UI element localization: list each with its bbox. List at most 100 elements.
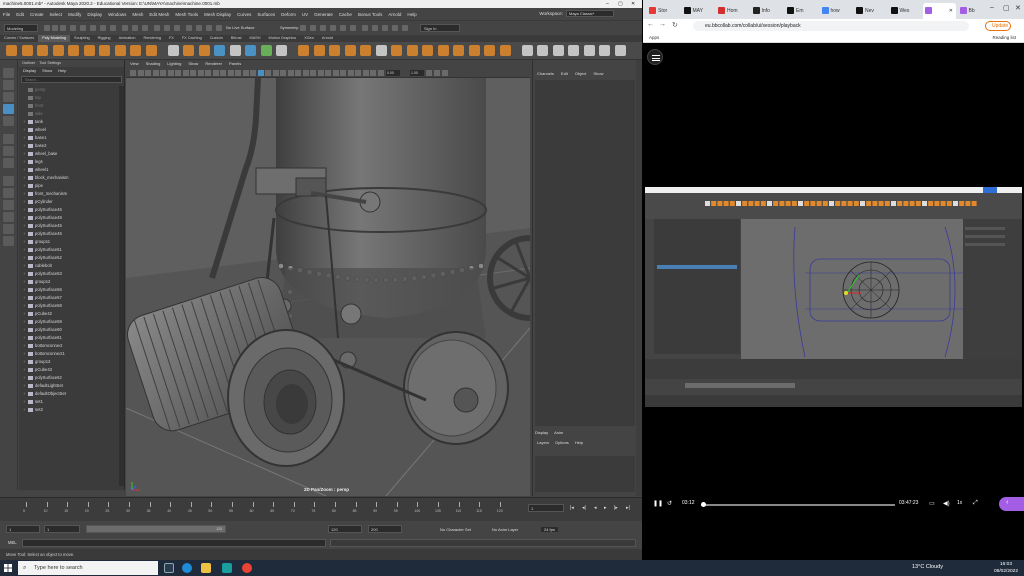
viewport-tool-icon[interactable]: [295, 70, 301, 76]
pause-icon[interactable]: ❚❚: [653, 500, 663, 507]
browser-tab[interactable]: MAY: [682, 3, 715, 19]
shelf-tool-icon[interactable]: [406, 45, 418, 56]
shelf-tool-icon[interactable]: [245, 45, 256, 56]
browser-tab[interactable]: how: [820, 3, 853, 19]
outliner-item[interactable]: + polySurface59: [19, 318, 119, 326]
viewport-tool-icon[interactable]: [302, 70, 309, 76]
outliner-tab-outliner[interactable]: Outliner: [22, 60, 35, 67]
side-tab-channel-box-layer-editor[interactable]: Channel Box / Layer Editor: [626, 70, 642, 112]
menu-edit[interactable]: Edit: [16, 12, 24, 17]
sign-in-button[interactable]: Sign In: [420, 24, 460, 32]
shelf-tool-icon[interactable]: [375, 45, 387, 56]
update-button[interactable]: Update: [985, 21, 1011, 31]
shelf-tab-poly-modeling[interactable]: Poly Modeling: [38, 35, 71, 42]
toolbox-tool-icon[interactable]: [3, 104, 14, 114]
channel-menu-object[interactable]: Object: [575, 70, 587, 78]
shelf-tool-icon[interactable]: [260, 45, 272, 56]
outliner-item[interactable]: + set2: [19, 406, 119, 414]
status-tool-icon[interactable]: [110, 25, 116, 31]
status-tool-icon[interactable]: [70, 25, 76, 31]
shelf-tool-icon[interactable]: [437, 45, 449, 56]
perspective-viewport[interactable]: View Shading Lighting Show Renderer Panels 0.…: [126, 60, 530, 496]
shelf-tool-icon[interactable]: [537, 45, 548, 56]
character-set-menu[interactable]: No Character Set: [440, 527, 471, 532]
viewport-tool-icon[interactable]: [182, 70, 189, 76]
shelf-tab-sculpting[interactable]: Sculpting: [70, 35, 94, 42]
outliner-item[interactable]: + polySurface45: [19, 222, 119, 230]
expand-icon[interactable]: +: [23, 166, 25, 174]
expand-icon[interactable]: +: [23, 222, 25, 230]
status-tool-icon[interactable]: [90, 25, 96, 31]
layer-menu-help[interactable]: Help: [575, 440, 583, 445]
back-icon[interactable]: ←: [647, 21, 654, 28]
forward-icon[interactable]: →: [659, 21, 666, 28]
status-tool-icon[interactable]: [362, 25, 368, 31]
shelf-tool-icon[interactable]: [329, 45, 340, 56]
shelf-tool-icon[interactable]: [198, 45, 210, 56]
taskbar-search-input[interactable]: ⌕ Type here to search: [18, 561, 158, 575]
status-tool-icon[interactable]: [100, 25, 106, 31]
outliner-scrollbar[interactable]: [119, 86, 124, 486]
play-forward-icon[interactable]: ▸: [604, 505, 607, 511]
step-back-icon[interactable]: ◂|: [582, 505, 586, 511]
expand-icon[interactable]: +: [23, 318, 25, 326]
playback-end-field[interactable]: 120: [328, 525, 362, 533]
menu-select[interactable]: Select: [50, 12, 63, 17]
viewport-menu-panels[interactable]: Panels: [229, 60, 241, 68]
shelf-tool-icon[interactable]: [37, 45, 48, 56]
shelf-tool-icon[interactable]: [145, 45, 157, 56]
status-tool-icon[interactable]: [80, 25, 86, 31]
shelf-tab-fx-caching[interactable]: FX Caching: [178, 35, 206, 42]
expand-icon[interactable]: +: [23, 126, 25, 134]
status-tool-icon[interactable]: [164, 25, 170, 31]
tab-close-icon[interactable]: ✕: [949, 3, 953, 19]
viewport-tool-icon[interactable]: [220, 70, 226, 76]
playback-start-field[interactable]: 1: [44, 525, 80, 533]
outliner-item[interactable]: + block_mechanism: [19, 174, 119, 182]
outliner-item[interactable]: + tank: [19, 118, 119, 126]
toolbox-tool-icon[interactable]: [3, 158, 14, 168]
menu-mesh[interactable]: Mesh: [132, 12, 143, 17]
shelf-tool-icon[interactable]: [183, 45, 194, 56]
browser-close-icon[interactable]: ✕: [1015, 4, 1021, 12]
viewport-tool-icon[interactable]: [442, 70, 448, 76]
viewport-menu-shading[interactable]: Shading: [146, 60, 161, 68]
status-tool-icon[interactable]: [216, 25, 222, 31]
shelf-tool-icon[interactable]: [484, 45, 495, 56]
outliner-item[interactable]: + polySurface62: [19, 374, 119, 382]
outliner-item[interactable]: + set1: [19, 398, 119, 406]
shelf-tab-fx[interactable]: FX: [165, 35, 178, 42]
workspace-dropdown[interactable]: Maya Classic*: [566, 10, 614, 17]
menu-cache[interactable]: Cache: [339, 12, 352, 17]
status-tool-icon[interactable]: [382, 25, 388, 31]
channel-menu-channels[interactable]: Channels: [537, 70, 554, 78]
expand-icon[interactable]: +: [23, 398, 25, 406]
viewport-tool-icon[interactable]: [250, 70, 256, 76]
expand-icon[interactable]: +: [23, 270, 25, 278]
side-tab-attribute-editor[interactable]: Attribute Editor: [626, 210, 642, 233]
viewport-menu-show[interactable]: Show: [188, 60, 198, 68]
outliner-item[interactable]: + polySurface56: [19, 286, 119, 294]
menu-create[interactable]: Create: [30, 12, 44, 17]
menu-help[interactable]: Help: [407, 12, 416, 17]
weather-widget[interactable]: 13°C Cloudy: [912, 564, 943, 570]
expand-icon[interactable]: +: [23, 150, 25, 158]
shelf-tool-icon[interactable]: [599, 45, 610, 56]
shelf-tab-rendering[interactable]: Rendering: [139, 35, 165, 42]
menu-mesh-display[interactable]: Mesh Display: [204, 12, 231, 17]
viewport-tool-icon[interactable]: [280, 70, 286, 76]
command-language-label[interactable]: MEL: [8, 540, 17, 545]
expand-icon[interactable]: +: [23, 350, 25, 358]
status-tool-icon[interactable]: [52, 25, 58, 31]
shelf-tab-custom[interactable]: Custom: [206, 35, 227, 42]
outliner-item[interactable]: + polySurface57: [19, 294, 119, 302]
outliner-item[interactable]: + group12: [19, 278, 119, 286]
shelf-tool-icon[interactable]: [568, 45, 579, 56]
menu-display[interactable]: Display: [87, 12, 102, 17]
fullscreen-icon[interactable]: ⤢: [973, 500, 978, 507]
expand-icon[interactable]: +: [23, 286, 25, 294]
toolbox-tool-icon[interactable]: [3, 176, 14, 186]
shelf-tool-icon[interactable]: [453, 45, 464, 56]
task-view-icon[interactable]: [164, 563, 174, 573]
status-tool-icon[interactable]: [392, 25, 398, 31]
